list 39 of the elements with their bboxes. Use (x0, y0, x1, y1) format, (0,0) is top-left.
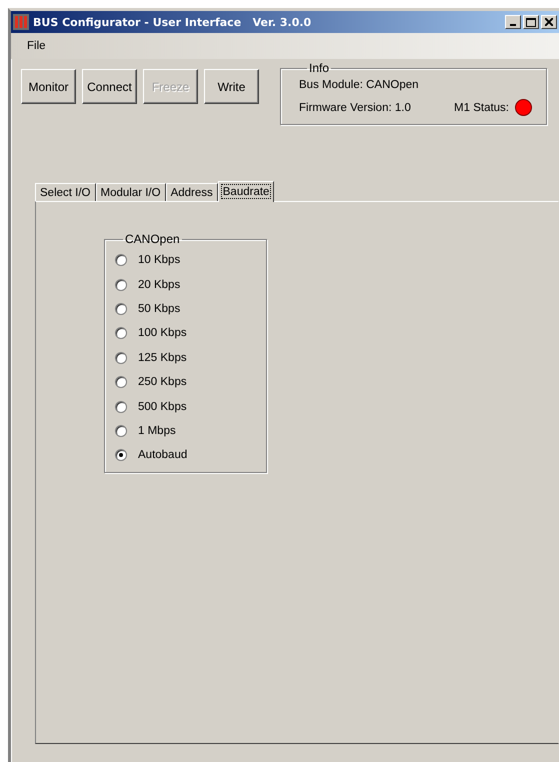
radio-button[interactable] (115, 424, 127, 437)
minimize-button[interactable] (505, 15, 521, 29)
menu-item[interactable]: File (21, 40, 52, 52)
status-indicator-icon (515, 99, 532, 116)
radio-button[interactable] (115, 449, 127, 462)
firmware-text: Firmware Version: 1.0 (299, 102, 411, 114)
radio-label: 100 Kbps (138, 327, 187, 340)
group-title: Info (308, 61, 330, 75)
radio-button[interactable] (115, 302, 127, 315)
radio-button[interactable] (115, 278, 127, 291)
status-label: M1 Status: (454, 102, 509, 114)
radio-button[interactable] (115, 352, 127, 364)
tab[interactable]: Modular I/O (96, 183, 166, 201)
tab[interactable]: Select I/O (35, 183, 96, 201)
radio-label: Autobaud (138, 449, 188, 462)
maximize-icon (526, 18, 536, 26)
window-title: BUS Configurator - User Interface Ver. 3.0.0 (33, 16, 312, 28)
radio-button[interactable] (115, 376, 127, 388)
radio-button[interactable] (115, 254, 127, 266)
tab[interactable]: Address (166, 183, 218, 201)
group-title: CANOpen (124, 232, 181, 246)
radio-label: 500 Kbps (138, 400, 187, 413)
radio-label: 20 Kbps (138, 278, 180, 291)
toolbar-button[interactable]: Monitor (21, 69, 76, 104)
toolbar-button[interactable]: Write (204, 69, 259, 104)
radio-button[interactable] (115, 327, 127, 340)
toolbar-button[interactable]: Connect (82, 69, 137, 104)
tab[interactable]: Baudrate (218, 181, 274, 202)
radio-label: 50 Kbps (138, 302, 180, 315)
close-button[interactable] (541, 15, 557, 29)
radio-label: 10 Kbps (138, 254, 180, 266)
radio-label: 125 Kbps (138, 352, 187, 364)
radio-button[interactable] (115, 400, 127, 413)
radio-label: 1 Mbps (138, 424, 176, 437)
close-icon (545, 18, 553, 26)
app-icon (13, 14, 29, 30)
bus-module-text: Bus Module: CANOpen (299, 79, 419, 91)
radio-label: 250 Kbps (138, 376, 187, 388)
maximize-button[interactable] (523, 15, 539, 29)
